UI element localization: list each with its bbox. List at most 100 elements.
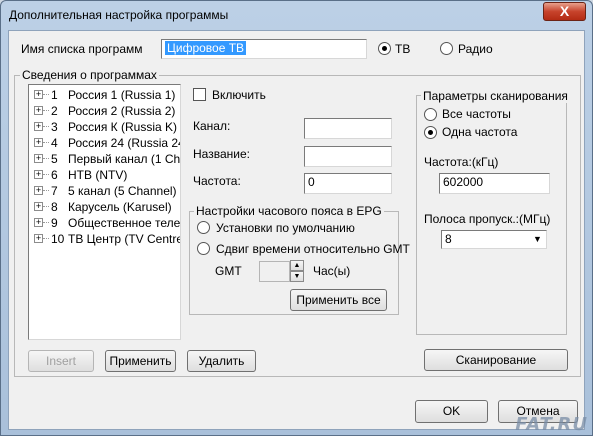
list-name-label: Имя списка программ <box>21 42 143 56</box>
watermark-logo: FAT.RU <box>515 414 588 435</box>
hours-label: Час(ы) <box>313 264 351 278</box>
one-frequency-radio[interactable] <box>424 126 437 139</box>
expand-icon[interactable]: + <box>34 154 43 163</box>
list-item[interactable]: +8 Карусель (Karusel) <box>29 199 180 215</box>
expand-icon[interactable]: + <box>34 122 43 131</box>
expand-icon[interactable]: + <box>34 218 43 227</box>
epg-default-label: Установки по умолчанию <box>216 221 355 235</box>
tv-radio[interactable] <box>378 42 391 55</box>
list-item[interactable]: +9 Общественное телеви <box>29 215 180 231</box>
program-list[interactable]: +1 Россия 1 (Russia 1) +2 Россия 2 (Russia … <box>28 84 181 340</box>
expand-icon[interactable]: + <box>34 90 43 99</box>
expand-icon[interactable]: + <box>34 202 43 211</box>
list-item-number: 4 <box>51 136 58 150</box>
name-input[interactable] <box>304 146 392 167</box>
list-item-name: Россия 2 (Russia 2) <box>68 104 176 118</box>
tv-radio-label: ТВ <box>395 42 411 56</box>
scan-frequency-input[interactable]: 602000 <box>439 173 550 194</box>
expand-icon[interactable]: + <box>34 106 43 115</box>
list-name-input[interactable]: Цифровое ТВ <box>161 39 367 59</box>
tree-connector <box>43 238 49 239</box>
title-bar[interactable]: Дополнительная настройка программы X <box>1 1 592 31</box>
expand-icon[interactable]: + <box>34 170 43 179</box>
apply-all-button[interactable]: Применить все <box>290 289 387 311</box>
scan-group-title: Параметры сканирования <box>421 89 570 103</box>
bandwidth-value: 8 <box>445 232 452 246</box>
epg-shift-radio[interactable] <box>197 242 210 255</box>
window-title: Дополнительная настройка программы <box>9 8 229 22</box>
all-frequencies-radio[interactable] <box>424 108 437 121</box>
list-item-number: 9 <box>51 216 58 230</box>
tree-connector <box>43 222 49 223</box>
list-item-number: 6 <box>51 168 58 182</box>
enable-checkbox-label: Включить <box>212 88 266 102</box>
chevron-down-icon[interactable]: ▼ <box>530 232 545 247</box>
all-frequencies-label: Все частоты <box>442 107 511 121</box>
list-item-name: Россия 1 (Russia 1) <box>68 88 176 102</box>
gmt-offset-input[interactable] <box>259 261 290 282</box>
list-item-number: 7 <box>51 184 58 198</box>
list-item-number: 2 <box>51 104 58 118</box>
tree-connector <box>43 110 49 111</box>
name-label: Название: <box>193 147 250 161</box>
list-item[interactable]: +3 Россия К (Russia K) <box>29 119 180 135</box>
list-item-number: 8 <box>51 200 58 214</box>
list-item-number: 3 <box>51 120 58 134</box>
expand-icon[interactable]: + <box>34 186 43 195</box>
radio-radio-label: Радио <box>458 42 493 56</box>
tree-connector <box>43 126 49 127</box>
close-icon: X <box>559 3 570 19</box>
channel-label: Канал: <box>193 119 231 133</box>
dialog-body: Имя списка программ Цифровое ТВ ТВ Радио… <box>8 30 585 430</box>
list-item-name: НТВ (NTV) <box>68 168 128 182</box>
enable-checkbox[interactable] <box>193 88 206 101</box>
scan-frequency-label: Частота:(кГц) <box>424 155 499 169</box>
channel-input[interactable] <box>304 118 392 139</box>
list-item[interactable]: +10 ТВ Центр (TV Centre) <box>29 231 180 247</box>
epg-shift-label: Сдвиг времени относительно GMT <box>216 242 410 256</box>
bandwidth-label: Полоса пропуск.:(МГц) <box>424 212 551 226</box>
list-item-name: ТВ Центр (TV Centre) <box>68 232 181 246</box>
list-item[interactable]: +4 Россия 24 (Russia 24) <box>29 135 180 151</box>
bandwidth-select[interactable]: 8 ▼ <box>441 230 547 249</box>
list-item[interactable]: +6 НТВ (NTV) <box>29 167 180 183</box>
tree-connector <box>43 158 49 159</box>
epg-group-title: Настройки часового пояса в EPG <box>194 204 384 218</box>
gmt-down-arrow-icon[interactable]: ▼ <box>290 271 304 282</box>
tree-connector <box>43 142 49 143</box>
list-item-number: 5 <box>51 152 58 166</box>
radio-radio[interactable] <box>440 42 453 55</box>
list-item[interactable]: +5 Первый канал (1 Chann <box>29 151 180 167</box>
tree-connector <box>43 174 49 175</box>
frequency-input[interactable]: 0 <box>304 173 392 194</box>
list-item-number: 10 <box>51 232 65 246</box>
programs-group-title: Сведения о программах <box>20 68 159 82</box>
expand-icon[interactable]: + <box>34 234 43 243</box>
list-item-name: 5 канал (5 Channel) <box>68 184 177 198</box>
expand-icon[interactable]: + <box>34 138 43 147</box>
list-item[interactable]: +1 Россия 1 (Russia 1) <box>29 87 180 103</box>
list-item-name: Россия 24 (Russia 24) <box>68 136 181 150</box>
one-frequency-label: Одна частота <box>442 125 518 139</box>
tree-connector <box>43 94 49 95</box>
list-item-number: 1 <box>51 88 58 102</box>
list-item-name: Россия К (Russia K) <box>68 120 178 134</box>
list-item-name: Первый канал (1 Chann <box>68 152 181 166</box>
apply-button[interactable]: Применить <box>105 350 176 372</box>
close-button[interactable]: X <box>543 2 586 21</box>
settings-dialog: Дополнительная настройка программы X Имя… <box>0 0 593 436</box>
list-item-name: Общественное телеви <box>68 216 181 230</box>
gmt-up-arrow-icon[interactable]: ▲ <box>290 260 304 271</box>
epg-default-radio[interactable] <box>197 221 210 234</box>
tree-connector <box>43 190 49 191</box>
insert-button[interactable]: Insert <box>28 350 94 372</box>
gmt-label: GMT <box>215 264 242 278</box>
tree-connector <box>43 206 49 207</box>
scan-button[interactable]: Сканирование <box>424 349 568 371</box>
list-item[interactable]: +7 5 канал (5 Channel) <box>29 183 180 199</box>
ok-button[interactable]: OK <box>415 400 488 423</box>
list-item[interactable]: +2 Россия 2 (Russia 2) <box>29 103 180 119</box>
list-item-name: Карусель (Karusel) <box>68 200 172 214</box>
frequency-label: Частота: <box>193 174 241 188</box>
delete-button[interactable]: Удалить <box>187 350 256 372</box>
